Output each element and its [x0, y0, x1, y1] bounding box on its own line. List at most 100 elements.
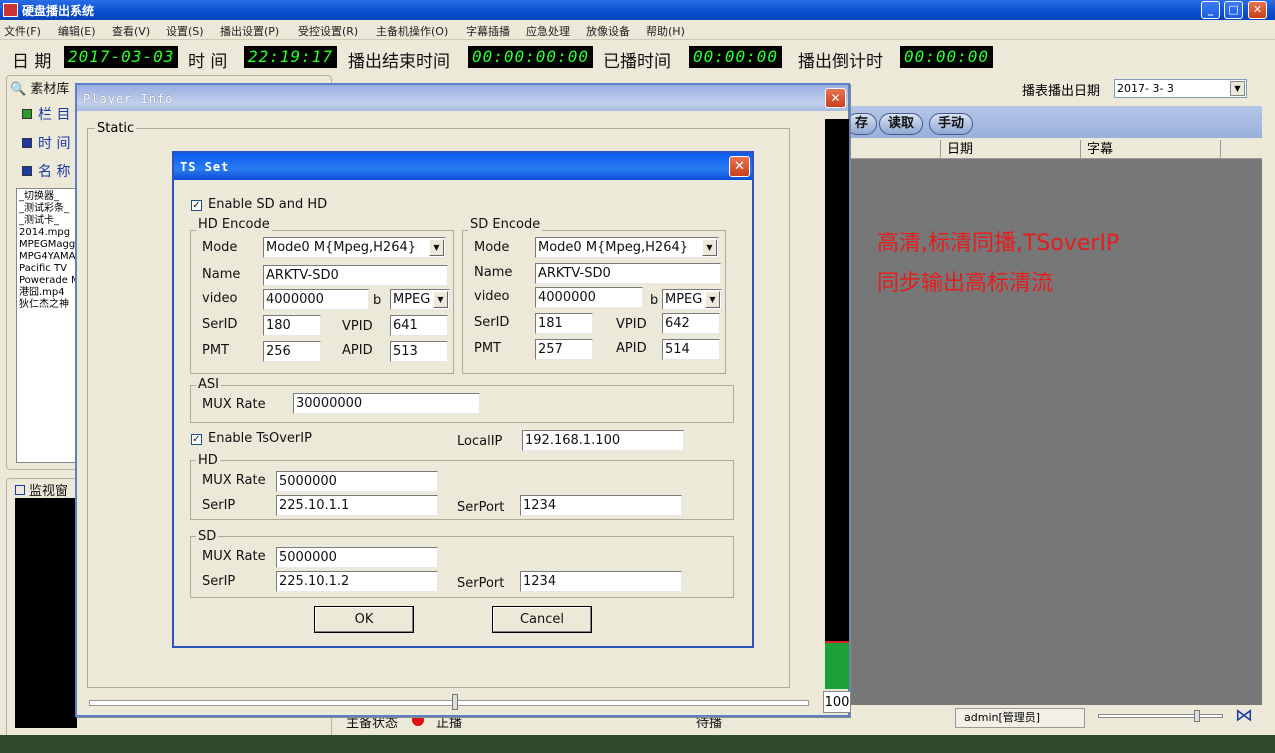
sd-serid-input[interactable]: 181: [535, 313, 593, 334]
user-status: admin[管理员]: [955, 708, 1085, 728]
ts-set-titlebar[interactable]: [174, 153, 752, 180]
bowtie-icon[interactable]: ⋈: [1233, 706, 1255, 726]
hd-serport-input[interactable]: 1234: [520, 495, 682, 516]
hd-mux-label: MUX Rate: [202, 473, 266, 488]
enable-tsoverip-checkbox[interactable]: ✓: [191, 434, 202, 445]
menu-subtitle[interactable]: 字幕插播: [466, 23, 510, 39]
maximize-button[interactable]: □: [1224, 1, 1243, 19]
asi-mux-input[interactable]: 30000000: [293, 393, 480, 414]
column-header-subtitle[interactable]: 字幕: [1080, 140, 1220, 159]
sd-b-label: b: [650, 293, 659, 308]
hd-encode-label: HD Encode: [196, 217, 272, 232]
menu-emergency[interactable]: 应急处理: [526, 23, 570, 39]
chevron-down-icon: ▼: [705, 291, 720, 308]
hd-pmt-input[interactable]: 256: [263, 341, 321, 362]
hd-video-input[interactable]: 4000000: [263, 289, 369, 310]
hd-serip-input[interactable]: 225.10.1.1: [276, 495, 438, 516]
app-title: 硬盘播出系统: [22, 4, 95, 18]
sd-name-input[interactable]: ARKTV-SD0: [535, 263, 721, 284]
library-row-column[interactable]: 栏 目: [22, 104, 70, 124]
sd-codec-select[interactable]: MPEG ▼: [662, 289, 722, 310]
chevron-down-icon: ▼: [433, 291, 448, 308]
ts-set-close-button[interactable]: ✕: [729, 156, 750, 177]
list-item[interactable]: _切换器_: [19, 191, 73, 203]
save-button[interactable]: 存: [846, 113, 878, 135]
column-header-date[interactable]: 日期: [940, 140, 1080, 159]
hd-codec-select[interactable]: MPEG ▼: [390, 289, 450, 310]
ok-button[interactable]: OK: [314, 606, 414, 633]
ts-set-dialog: TS Set ✕ ✓ Enable SD and HD HD Encode Mo…: [172, 151, 754, 648]
hd-mux-input[interactable]: 5000000: [276, 471, 438, 492]
library-row-time[interactable]: 时 间: [22, 133, 70, 153]
list-item[interactable]: _测试彩条_: [19, 203, 73, 215]
list-item[interactable]: Powerade M: [19, 275, 75, 287]
list-item[interactable]: 2014.mpg: [19, 227, 73, 239]
player-info-titlebar[interactable]: [77, 85, 848, 111]
level-value: 100: [823, 691, 851, 713]
list-item[interactable]: MPEGMaggi: [19, 239, 75, 251]
desktop-strip: [0, 735, 1275, 753]
volume-slider-track[interactable]: [1098, 714, 1223, 718]
menu-play-settings[interactable]: 播出设置(P): [220, 23, 279, 39]
hd-b-label: b: [373, 293, 382, 308]
menu-playback-device[interactable]: 放像设备: [586, 23, 630, 39]
cancel-button[interactable]: Cancel: [492, 606, 592, 633]
hd-serid-input[interactable]: 180: [263, 315, 321, 336]
sd-video-input[interactable]: 4000000: [535, 287, 643, 308]
sd-serip-input[interactable]: 225.10.1.2: [276, 571, 438, 592]
playlist-date-select[interactable]: 2017- 3- 3 ▼: [1114, 79, 1247, 98]
library-row-label: 时 间: [38, 136, 71, 152]
sd-mux-label: MUX Rate: [202, 549, 266, 564]
hd-serip-label: SerIP: [202, 498, 236, 513]
sd-serport-input[interactable]: 1234: [520, 571, 682, 592]
menu-file[interactable]: 文件(F): [4, 23, 41, 39]
hd-apid-input[interactable]: 513: [390, 341, 448, 362]
played-time-label: 已播时间: [603, 52, 671, 72]
menu-master-backup[interactable]: 主备机操作(O): [376, 23, 448, 39]
file-list[interactable]: _切换器_ _测试彩条_ _测试卡_ 2014.mpg MPEGMaggi MP…: [16, 188, 76, 463]
search-icon: 🔍: [10, 82, 31, 97]
sd-serip-label: SerIP: [202, 574, 236, 589]
volume-slider-thumb[interactable]: [1194, 710, 1200, 722]
position-slider-thumb[interactable]: [452, 694, 458, 710]
hd-name-label: Name: [202, 267, 241, 282]
menu-help[interactable]: 帮助(H): [646, 23, 685, 39]
localip-input[interactable]: 192.168.1.100: [522, 430, 684, 451]
hd-vpid-input[interactable]: 641: [390, 315, 448, 336]
list-item[interactable]: 狄仁杰之神: [19, 299, 73, 311]
manual-button[interactable]: 手动: [929, 113, 974, 135]
app-titlebar: [0, 0, 1275, 20]
column-icon: [22, 109, 32, 119]
list-item[interactable]: Pacific TV: [19, 263, 73, 275]
column-header-extra: [1220, 140, 1262, 159]
hd-label: HD: [196, 453, 220, 468]
menu-view[interactable]: 查看(V): [112, 23, 150, 39]
hd-name-input[interactable]: ARKTV-SD0: [263, 265, 448, 286]
sd-vpid-input[interactable]: 642: [662, 313, 720, 334]
level-meter-fill: [825, 641, 849, 689]
sd-label: SD: [196, 529, 219, 544]
sd-mux-input[interactable]: 5000000: [276, 547, 438, 568]
menu-edit[interactable]: 编辑(E): [58, 23, 96, 39]
localip-label: LocalIP: [457, 434, 503, 449]
position-slider-track[interactable]: [89, 700, 809, 706]
player-info-close-button[interactable]: ✕: [825, 88, 846, 108]
list-item[interactable]: _测试卡_: [19, 215, 73, 227]
enable-sd-hd-checkbox[interactable]: ✓: [191, 200, 202, 211]
minimize-button[interactable]: _: [1201, 1, 1220, 19]
library-row-name[interactable]: 名 称: [22, 161, 70, 181]
static-group-label: Static: [95, 121, 137, 136]
read-button[interactable]: 读取: [879, 113, 924, 135]
close-button[interactable]: ✕: [1248, 1, 1267, 19]
menu-control-settings[interactable]: 受控设置(R): [298, 23, 358, 39]
list-item[interactable]: 港囧.mp4: [19, 287, 73, 299]
sd-pmt-input[interactable]: 257: [535, 339, 593, 360]
sd-mode-select[interactable]: Mode0 M{Mpeg,H264} ▼: [535, 237, 719, 258]
time-display: 22:19:17: [244, 46, 338, 68]
sd-apid-input[interactable]: 514: [662, 339, 720, 360]
list-item[interactable]: MPG4YAMAHA: [19, 251, 75, 263]
time-label: 时 间: [188, 52, 228, 72]
library-header: 🔍 素材库: [10, 78, 69, 97]
hd-mode-select[interactable]: Mode0 M{Mpeg,H264} ▼: [263, 237, 446, 258]
menu-settings[interactable]: 设置(S): [166, 23, 204, 39]
